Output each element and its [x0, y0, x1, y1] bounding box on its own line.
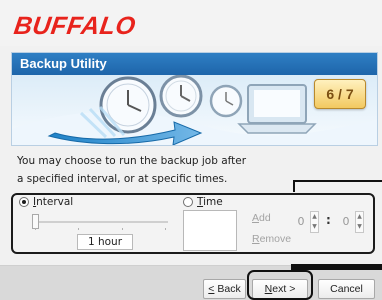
minute-value[interactable]: 0	[339, 214, 353, 230]
interval-radio-selected-icon	[19, 197, 29, 207]
time-separator: :	[326, 213, 331, 227]
remove-time-button[interactable]: Remove	[252, 233, 291, 245]
annotation-callout	[293, 180, 382, 192]
chevron-up-icon[interactable]: ▲	[356, 212, 363, 222]
wizard-step-badge: 6 / 7	[314, 79, 366, 109]
time-radio-icon	[183, 197, 193, 207]
chevron-down-icon[interactable]: ▼	[311, 222, 318, 232]
interval-label: Interval	[33, 196, 74, 208]
slider-tick	[165, 228, 166, 230]
hour-stepper[interactable]: ▲ ▼	[310, 211, 319, 233]
description-line-1: You may choose to run the backup job aft…	[17, 155, 247, 167]
minute-stepper[interactable]: ▲ ▼	[355, 211, 364, 233]
chevron-up-icon[interactable]: ▲	[311, 212, 318, 222]
next-button-highlight	[247, 270, 313, 300]
hour-value[interactable]: 0	[294, 214, 308, 230]
add-time-button[interactable]: Add	[252, 212, 271, 224]
interval-value: 1 hour	[77, 234, 133, 250]
interval-radio[interactable]: Interval	[19, 196, 73, 208]
interval-slider[interactable]	[32, 214, 168, 230]
description-line-2: a specified interval, or at specific tim…	[17, 173, 228, 185]
schedule-description: You may choose to run the backup job aft…	[17, 152, 337, 188]
clock-icon-1	[99, 76, 157, 134]
chevron-down-icon[interactable]: ▼	[356, 222, 363, 232]
slider-tick	[35, 228, 36, 230]
time-radio[interactable]: Time	[183, 196, 223, 208]
buffalo-logo: BUFFALO	[12, 12, 138, 40]
time-label: Time	[197, 196, 223, 208]
laptop-icon	[237, 84, 317, 134]
cancel-button[interactable]: Cancel	[318, 279, 375, 299]
scheduled-times-list[interactable]	[183, 210, 237, 251]
brand-header: BUFFALO	[0, 0, 382, 46]
slider-track	[33, 221, 168, 223]
schedule-options-panel: Interval 1 hour Time Add Remove 0 ▲ ▼ : …	[11, 193, 375, 254]
window-title: Backup Utility	[20, 56, 107, 71]
clock-icon-3	[209, 84, 243, 118]
window-title-bar: Backup Utility	[12, 53, 377, 75]
slider-handle[interactable]	[32, 214, 39, 229]
slider-tick	[122, 228, 123, 230]
slider-tick	[78, 228, 79, 230]
clock-icon-2	[159, 75, 203, 118]
back-button[interactable]: < Back	[203, 279, 246, 299]
